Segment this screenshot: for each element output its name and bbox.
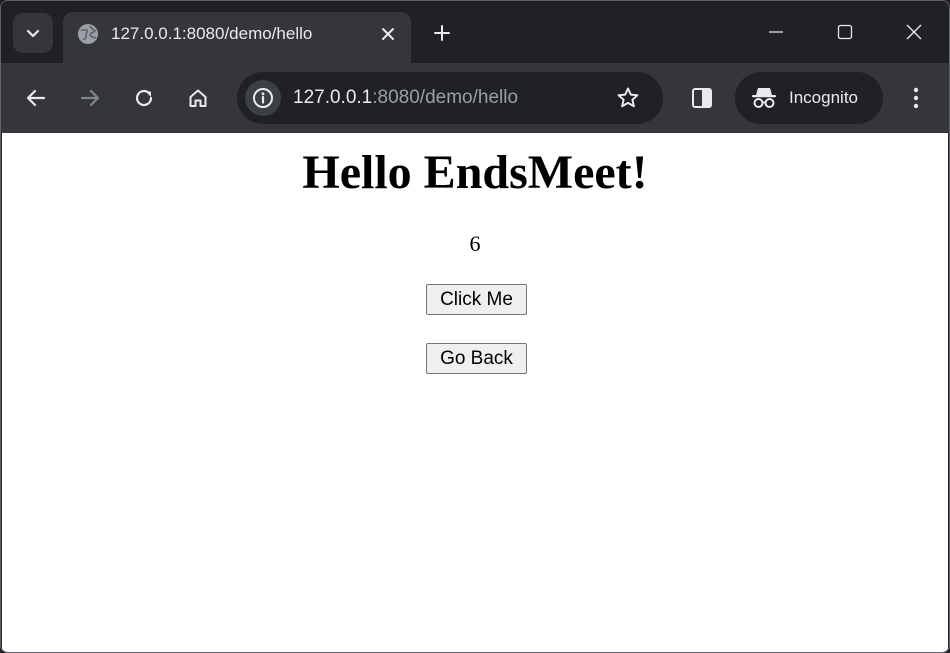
forward-button[interactable]: [74, 82, 106, 114]
close-icon: [382, 28, 394, 40]
tab-title: 127.0.0.1:8080/demo/hello: [111, 24, 313, 43]
info-icon: [253, 88, 273, 108]
click-me-button[interactable]: Click Me: [426, 284, 527, 315]
home-icon: [189, 89, 207, 107]
go-back-button[interactable]: Go Back: [426, 343, 527, 374]
minimize-icon: [769, 31, 783, 33]
globe-icon: [78, 24, 98, 44]
incognito-indicator[interactable]: Incognito: [735, 72, 883, 124]
incognito-label: Incognito: [789, 88, 858, 107]
url-host: 127.0.0.1: [293, 87, 373, 108]
page-viewport: Hello EndsMeet! 6 Click Me Go Back: [2, 133, 948, 652]
tab-strip: 127.0.0.1:8080/demo/hello: [1, 1, 949, 63]
new-tab-button[interactable]: [428, 19, 456, 47]
page-heading: Hello EndsMeet!: [302, 146, 648, 199]
reload-icon: [135, 89, 153, 107]
bookmark-button[interactable]: [615, 85, 641, 111]
active-tab[interactable]: 127.0.0.1:8080/demo/hello: [63, 12, 411, 63]
tab-search-button[interactable]: [13, 13, 53, 53]
url-path: :8080/demo/hello: [372, 87, 519, 108]
incognito-icon: [752, 88, 776, 108]
chevron-down-icon: [26, 29, 40, 38]
maximize-button[interactable]: [822, 15, 868, 49]
reload-button[interactable]: [128, 82, 160, 114]
tab-close-button[interactable]: [377, 23, 399, 45]
star-icon: [617, 87, 639, 108]
kebab-menu-icon: [913, 87, 919, 109]
close-window-button[interactable]: [891, 15, 937, 49]
site-info-button[interactable]: [245, 80, 281, 116]
address-bar[interactable]: 127.0.0.1:8080/demo/hello: [237, 72, 663, 124]
back-button[interactable]: [20, 82, 52, 114]
menu-button[interactable]: [900, 82, 932, 114]
close-window-icon: [906, 24, 922, 40]
back-arrow-icon: [26, 89, 46, 107]
side-panel-button[interactable]: [686, 82, 718, 114]
toolbar: 127.0.0.1:8080/demo/hello Incognito: [1, 63, 949, 133]
side-panel-icon: [692, 88, 712, 108]
maximize-icon: [837, 24, 853, 40]
plus-icon: [434, 25, 450, 41]
minimize-button[interactable]: [753, 15, 799, 49]
click-counter: 6: [469, 231, 481, 256]
home-button[interactable]: [182, 82, 214, 114]
browser-window: 127.0.0.1:8080/demo/hello 127.0.0.1:8080…: [0, 0, 950, 653]
forward-arrow-icon: [80, 89, 100, 107]
url-text: 127.0.0.1:8080/demo/hello: [293, 86, 518, 110]
